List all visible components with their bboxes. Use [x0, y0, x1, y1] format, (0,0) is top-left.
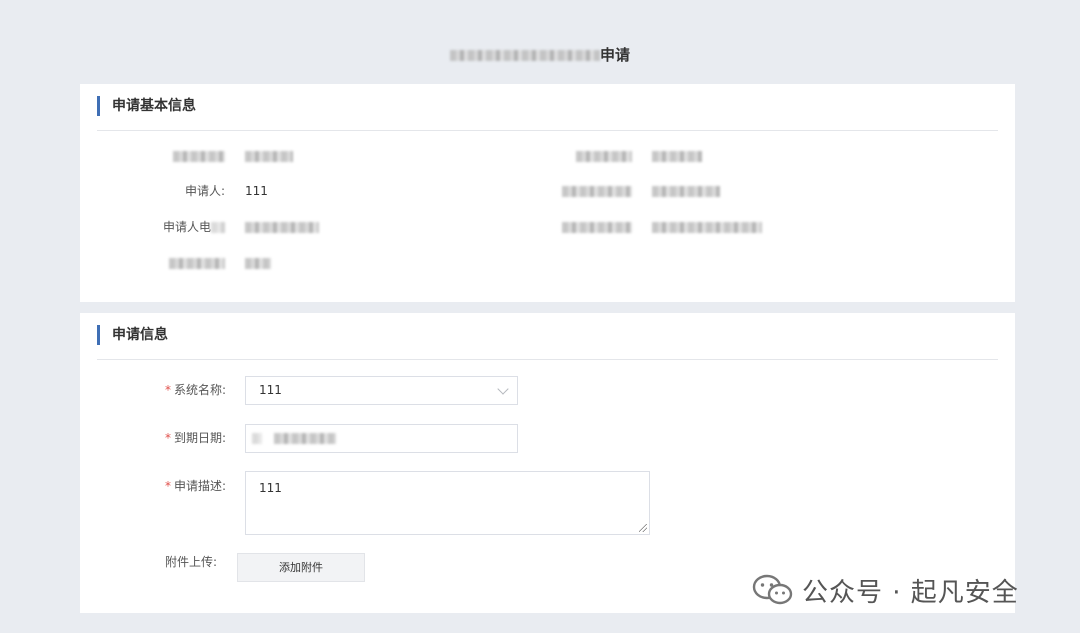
redacted-label: [482, 218, 632, 236]
applicant-phone-label: 申请人电: [75, 218, 225, 236]
basic-info-section-title: 申请基本信息: [97, 96, 196, 116]
wechat-icon: [752, 574, 793, 605]
description-label-text: 申请描述:: [173, 479, 226, 493]
page-title-suffix: 申请: [599, 46, 630, 64]
section-divider: [97, 359, 998, 360]
redacted-label: [482, 147, 632, 165]
description-value: 111: [259, 481, 282, 495]
description-textarea[interactable]: 111: [245, 471, 650, 535]
expiry-date-label-text: 到期日期:: [173, 431, 226, 445]
description-label: * 申请描述:: [76, 477, 226, 495]
required-mark: *: [164, 479, 171, 493]
required-mark: *: [164, 431, 171, 445]
calendar-icon: [252, 433, 262, 444]
watermark-text: 公众号 · 起凡安全: [802, 577, 1019, 608]
redacted-value: [245, 147, 293, 165]
redacted-value: [652, 182, 720, 200]
system-name-selected-value: 111: [259, 383, 282, 397]
redacted-date-value: [273, 433, 336, 444]
attachment-label: 附件上传:: [164, 555, 217, 569]
redacted-value: [652, 218, 762, 236]
expiry-date-label: * 到期日期:: [76, 429, 226, 447]
redacted-label: [482, 182, 632, 200]
section-divider: [97, 130, 998, 131]
basic-info-card: 申请基本信息 申请人: 111 申请人电: [80, 84, 1015, 302]
applicant-value: 111: [245, 184, 268, 198]
apply-info-card: 申请信息 * 系统名称: 111 * 到期日期: * 申请描述: 111 附件上传: …: [80, 313, 1015, 613]
resize-handle-icon[interactable]: [639, 524, 647, 532]
watermark: 公众号 · 起凡安全: [752, 572, 1019, 608]
page-title: 申请: [0, 44, 1080, 66]
redacted-label: [75, 147, 225, 165]
chevron-down-icon: [497, 383, 509, 395]
add-attachment-button[interactable]: 添加附件: [237, 553, 365, 582]
redacted-value: [652, 147, 702, 165]
system-name-label: * 系统名称:: [76, 381, 226, 399]
applicant-phone-label-text: 申请人电: [162, 220, 211, 234]
redacted-title-text: [449, 50, 600, 61]
redacted-value: [245, 218, 319, 236]
expiry-date-input[interactable]: [245, 424, 518, 453]
applicant-label: 申请人:: [184, 184, 225, 198]
apply-info-section-title: 申请信息: [97, 325, 168, 345]
redacted-value: [245, 254, 271, 272]
system-name-select[interactable]: 111: [245, 376, 518, 405]
redacted-label: [75, 254, 225, 272]
system-name-label-text: 系统名称:: [173, 383, 226, 397]
required-mark: *: [164, 383, 171, 397]
